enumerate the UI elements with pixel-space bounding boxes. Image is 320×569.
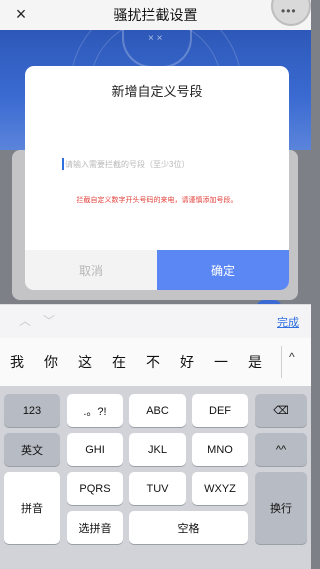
candidate-item[interactable]: 不	[146, 352, 160, 372]
warning-hint: 拦截自定义数字开头号码的来电，请谨慎添加号段。	[76, 197, 238, 204]
face-icon: × ×	[148, 33, 163, 44]
candidate-bar: 我 你 这 在 不 好 一 是 ^	[0, 338, 311, 386]
title-bar: × 骚扰拦截设置 •••	[0, 0, 311, 30]
key-jkl[interactable]: JKL	[129, 433, 186, 466]
more-icon: •••	[281, 4, 297, 18]
candidate-divider	[281, 346, 282, 378]
done-button[interactable]: 完成	[277, 314, 299, 330]
candidate-item[interactable]: 是	[248, 352, 262, 372]
key-punctuation[interactable]: .。?!	[67, 394, 123, 427]
keyboard: 我 你 这 在 不 好 一 是 ^ 123 .。?! ABC DEF ⌫ 英文 …	[0, 338, 311, 569]
expand-candidates-icon[interactable]: ^	[289, 350, 295, 364]
key-pqrs[interactable]: PQRS	[67, 472, 123, 505]
key-abc[interactable]: ABC	[129, 394, 186, 427]
chevron-down-icon[interactable]: ﹀	[42, 312, 56, 328]
cancel-button[interactable]: 取消	[25, 250, 157, 290]
key-ghi[interactable]: GHI	[67, 433, 123, 466]
key-space[interactable]: 空格	[129, 511, 248, 544]
page-title: 骚扰拦截设置	[113, 7, 198, 23]
key-123[interactable]: 123	[4, 394, 60, 427]
chevron-up-icon[interactable]: ︿	[18, 312, 32, 328]
keyboard-toolbar: ︿ ﹀ 完成	[0, 304, 311, 339]
backspace-icon[interactable]: ⌫	[255, 394, 307, 427]
candidate-item[interactable]: 这	[78, 352, 92, 372]
dialog-title: 新增自定义号段	[111, 84, 203, 99]
candidate-item[interactable]: 在	[112, 352, 126, 372]
candidate-item[interactable]: 我	[10, 352, 24, 372]
key-pinyin[interactable]: 拼音	[4, 472, 60, 544]
candidate-item[interactable]: 好	[180, 352, 194, 372]
key-newline[interactable]: 换行	[255, 472, 307, 544]
number-input[interactable]	[59, 154, 265, 174]
confirm-button[interactable]: 确定	[157, 250, 289, 290]
add-custom-number-dialog: 新增自定义号段 拦截自定义数字开头号码的来电，请谨慎添加号段。 取消 确定	[25, 66, 289, 290]
key-def[interactable]: DEF	[192, 394, 248, 427]
candidate-item[interactable]: 一	[214, 352, 228, 372]
key-select-pinyin[interactable]: 选拼音	[67, 511, 123, 544]
key-english[interactable]: 英文	[4, 433, 60, 466]
emoji-icon[interactable]: ^^	[255, 433, 307, 466]
key-mno[interactable]: MNO	[192, 433, 248, 466]
candidate-item[interactable]: 你	[44, 352, 58, 372]
key-tuv[interactable]: TUV	[129, 472, 186, 505]
key-wxyz[interactable]: WXYZ	[192, 472, 248, 505]
